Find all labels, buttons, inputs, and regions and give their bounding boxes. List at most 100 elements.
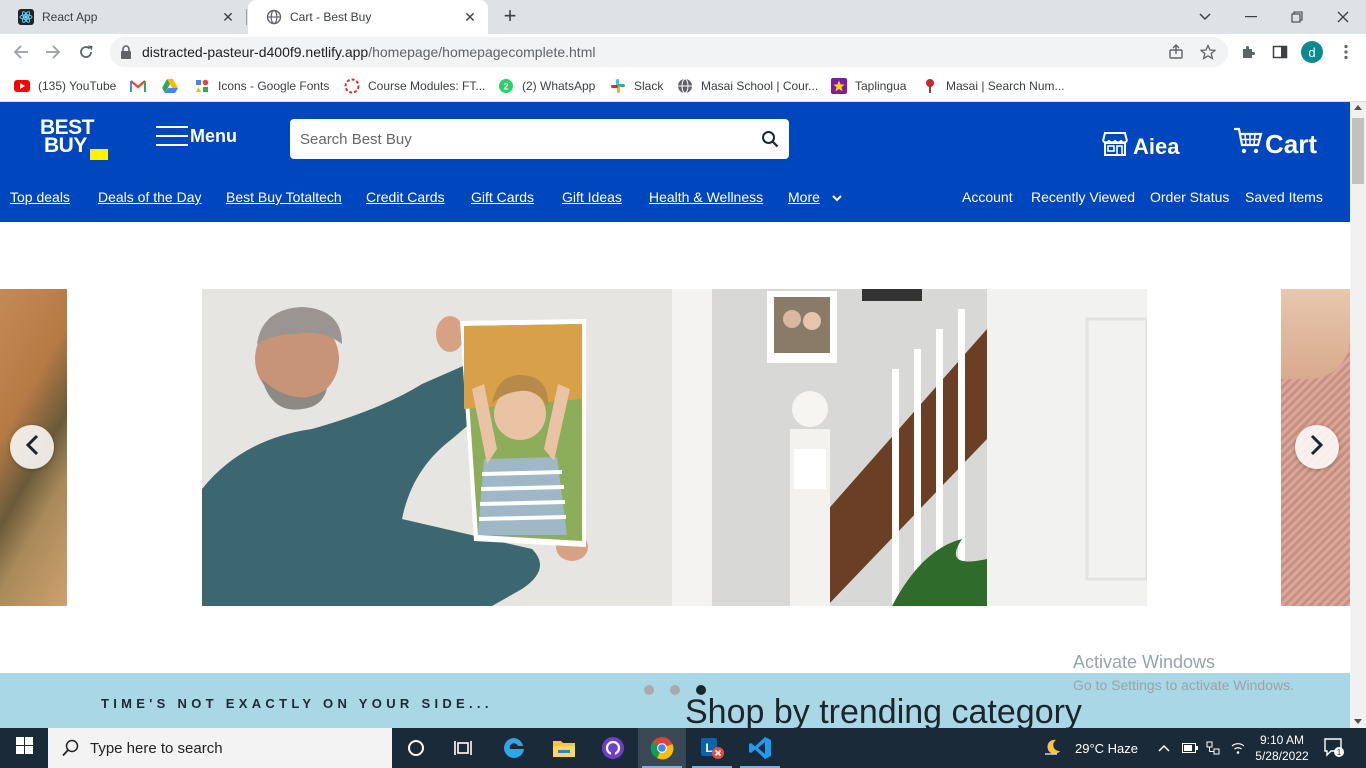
bookmark-youtube[interactable]: (135) YouTube [14,76,116,96]
windows-taskbar: Type here to search L 29°C Haze 9:10 AM … [0,728,1366,768]
taskbar-clock[interactable]: 9:10 AM 5/28/2022 [1252,732,1312,764]
search-input[interactable] [300,119,740,159]
bestbuy-header: BEST BUY Menu Aiea Cart Top deals Deals … [0,102,1350,222]
carousel-slide-image[interactable] [202,289,1147,606]
nav-top-deals[interactable]: Top deals [10,189,70,205]
page-scrollbar[interactable] [1350,102,1366,728]
cortana-icon[interactable] [392,728,440,768]
side-panel-icon[interactable] [1271,43,1289,61]
nav-credit-cards[interactable]: Credit Cards [366,189,445,205]
bookmark-label: Masai School | Cour... [701,79,819,93]
nav-saved-items[interactable]: Saved Items [1245,189,1323,205]
activate-windows-watermark: Activate Windows Go to Settings to activ… [1073,652,1294,693]
google-fonts-icon [194,78,210,94]
nav-best-buy-totaltech[interactable]: Best Buy Totaltech [226,189,342,205]
start-button[interactable] [0,728,48,768]
bookmark-course-modules[interactable]: Course Modules: FT... [344,76,485,96]
section-title: Shop by trending category [685,693,1082,731]
weather-widget[interactable]: 29°C Haze [1043,728,1138,768]
bestbuy-logo[interactable]: BEST BUY [40,117,108,163]
bookmark-gmail[interactable] [130,76,154,96]
nav-order-status[interactable]: Order Status [1150,189,1229,205]
watermark-line2: Go to Settings to activate Windows. [1073,677,1294,693]
menu-button[interactable]: Menu [156,122,237,150]
close-tab-icon[interactable]: ✕ [218,7,238,27]
tab-react-app[interactable]: React App ✕ [0,0,246,34]
bookmark-google-drive[interactable] [162,76,186,96]
notification-count: 1 [1337,748,1342,757]
bookmark-label: Taplingua [855,79,907,93]
bookmark-whatsapp[interactable]: 2 (2) WhatsApp [498,76,595,96]
back-icon[interactable] [10,41,32,63]
bookmark-masai-school[interactable]: Masai School | Cour... [677,76,818,96]
restore-icon[interactable] [1274,0,1320,34]
masai-icon [922,78,938,94]
forward-icon[interactable] [42,41,64,63]
battery-icon[interactable] [1182,728,1198,768]
hero-carousel [0,222,1350,673]
scroll-up-icon[interactable] [1354,105,1362,110]
chrome-icon[interactable] [638,728,686,768]
wifi-icon[interactable] [1230,728,1246,768]
google-drive-icon [162,78,178,94]
share-icon[interactable] [1167,43,1185,61]
tab-cart-best-buy[interactable]: Cart - Best Buy ✕ [248,0,488,34]
cart-label: Cart [1265,128,1318,159]
github-desktop-icon[interactable] [589,728,637,768]
minimize-icon[interactable] [1228,0,1274,34]
carousel-dot[interactable] [670,685,680,695]
nav-account[interactable]: Account [962,189,1013,205]
extensions-icon[interactable] [1239,43,1257,61]
tab-search-icon[interactable] [1182,0,1228,34]
network-icon[interactable] [1206,728,1220,768]
carousel-next-button[interactable] [1295,425,1339,469]
bookmark-label: Course Modules: FT... [368,79,486,93]
store-locator-button[interactable]: Aiea [1101,130,1179,164]
bookmarks-bar: (135) YouTube Icons - Google Fonts Cours… [0,70,1366,102]
logo-tag-icon [90,149,108,160]
youtube-icon [14,78,30,94]
search-icon[interactable] [761,130,779,153]
file-explorer-icon[interactable] [540,728,588,768]
nav-recently-viewed[interactable]: Recently Viewed [1031,189,1135,205]
task-view-icon[interactable] [440,728,488,768]
bookmark-label: Icons - Google Fonts [218,79,330,93]
profile-avatar[interactable]: d [1301,41,1323,63]
taplingua-icon [831,78,847,94]
bookmark-star-icon[interactable] [1199,43,1217,61]
bookmark-taplingua[interactable]: Taplingua [831,76,906,96]
bookmark-masai-search[interactable]: Masai | Search Num... [922,76,1065,96]
scrollbar-thumb[interactable] [1352,118,1364,184]
clock-date: 5/28/2022 [1255,749,1309,763]
close-window-icon[interactable] [1320,0,1366,34]
carousel-prev-button[interactable] [10,425,54,469]
taskbar-search[interactable]: Type here to search [48,728,392,768]
outlook-icon[interactable]: L [688,728,736,768]
bookmark-label: Masai | Search Num... [946,79,1065,93]
nav-gift-ideas[interactable]: Gift Ideas [562,189,622,205]
bookmark-label: Slack [634,79,664,93]
notification-center-icon[interactable]: 1 [1324,728,1346,768]
vscode-icon[interactable] [736,728,784,768]
close-tab-icon[interactable]: ✕ [460,7,480,27]
carousel-dot[interactable] [644,685,654,695]
reload-icon[interactable] [75,41,97,63]
bookmark-slack[interactable]: Slack [610,76,663,96]
new-tab-button[interactable]: + [498,5,522,29]
watermark-line1: Activate Windows [1073,652,1216,672]
edge-icon[interactable] [490,728,538,768]
globe-icon [266,9,282,25]
svg-text:2: 2 [503,82,508,92]
show-hidden-icons-chevron-icon[interactable] [1158,728,1170,768]
carousel-slide-next-detail [1281,289,1350,379]
bookmark-icons-google-fonts[interactable]: Icons - Google Fonts [194,76,329,96]
nav-gift-cards[interactable]: Gift Cards [471,189,534,205]
lock-icon[interactable] [120,45,132,64]
nav-more[interactable]: More [788,189,842,205]
nav-health-wellness[interactable]: Health & Wellness [649,189,763,205]
scroll-down-icon[interactable] [1354,719,1362,724]
nav-deals-of-the-day[interactable]: Deals of the Day [98,189,202,205]
cart-button[interactable]: Cart [1233,124,1317,164]
address-bar[interactable]: distracted-pasteur-d400f9.netlify.app/ho… [110,37,1228,67]
chrome-menu-icon[interactable] [1337,43,1355,61]
